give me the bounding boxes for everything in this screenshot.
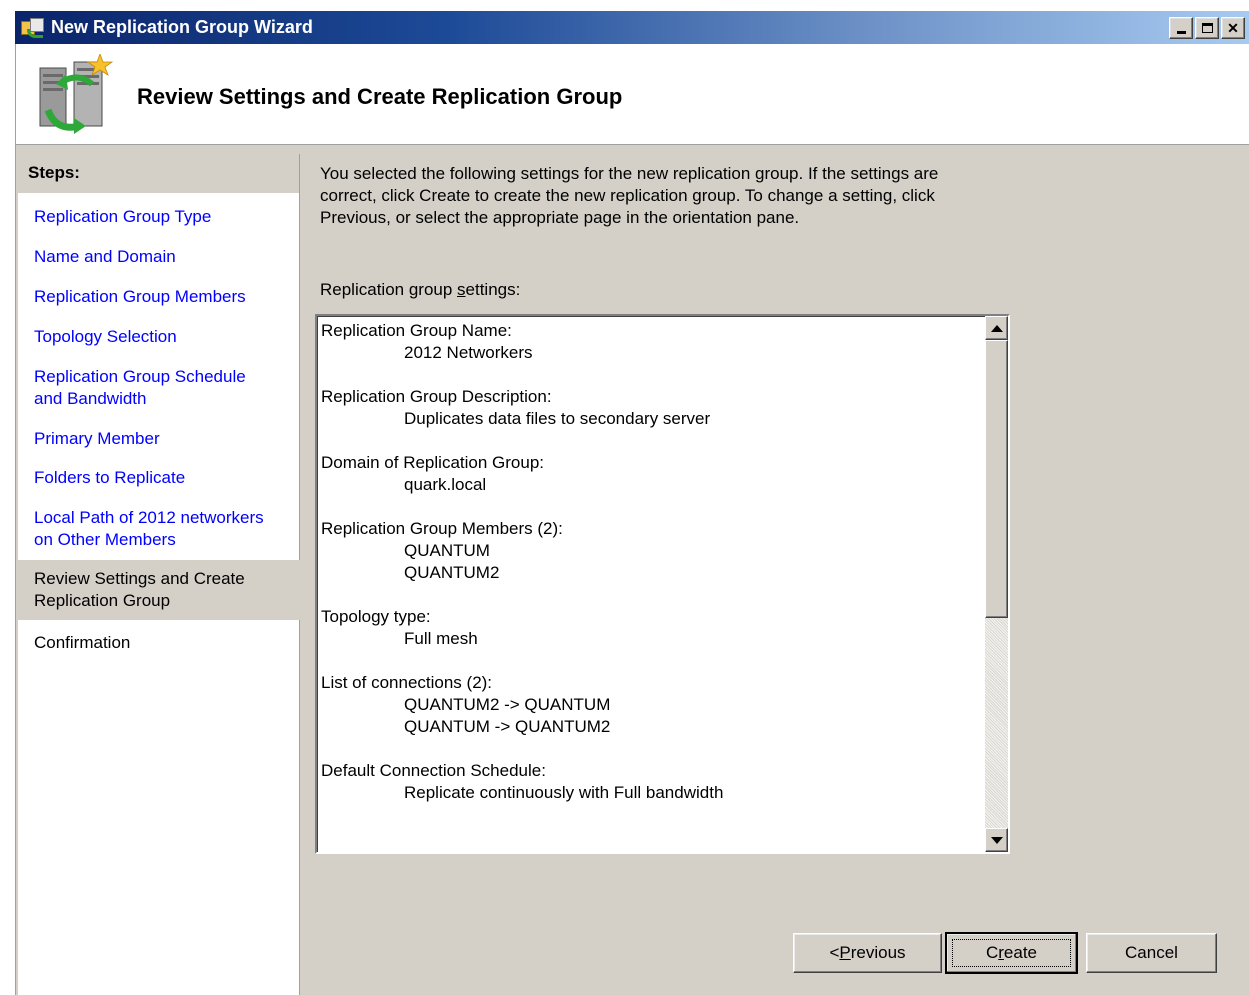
window-titlebar[interactable]: New Replication Group Wizard ✕ <box>15 11 1249 44</box>
scroll-up-button[interactable] <box>985 316 1008 340</box>
minimize-button[interactable] <box>1169 17 1193 39</box>
setting-group: Replication Group Members (2): QUANTUM QUA… <box>321 518 971 584</box>
close-icon: ✕ <box>1227 20 1239 36</box>
step-confirmation: Confirmation <box>34 633 131 652</box>
setting-heading: Topology type: <box>321 607 431 626</box>
setting-heading: Domain of Replication Group: <box>321 453 545 472</box>
step-folders-to-replicate[interactable]: Folders to Replicate <box>34 467 294 489</box>
setting-value: QUANTUM -> QUANTUM2 <box>404 717 611 736</box>
button-label-part: revious <box>850 943 906 962</box>
step-topology-selection[interactable]: Topology Selection <box>34 326 294 348</box>
setting-group: List of connections (2): QUANTUM2 -> QUAN… <box>321 672 971 738</box>
setting-value: QUANTUM2 <box>404 563 500 582</box>
setting-value: Replicate continuously with Full bandwid… <box>404 783 724 802</box>
create-button[interactable]: Cr eate <box>945 932 1078 974</box>
arrow-down-icon <box>990 836 1003 844</box>
step-review-settings-current: Review Settings and Create Replication G… <box>18 560 300 620</box>
setting-heading: Replication Group Name: <box>321 321 512 340</box>
step-label-line: Replication Group <box>34 591 171 610</box>
intro-line: correct, click Create to create the new … <box>320 186 935 205</box>
step-name-and-domain[interactable]: Name and Domain <box>34 246 294 268</box>
setting-value: QUANTUM <box>404 541 490 560</box>
close-button[interactable]: ✕ <box>1221 17 1245 39</box>
setting-value: Duplicates data files to secondary serve… <box>404 409 711 428</box>
wizard-header: Review Settings and Create Replication G… <box>15 44 1249 145</box>
setting-group: Default Connection Schedule: Replicate co… <box>321 760 971 804</box>
replication-app-icon <box>19 15 47 41</box>
step-label-line: and Bandwidth <box>34 389 147 408</box>
setting-group: Topology type: Full mesh <box>321 606 971 650</box>
setting-group: Domain of Replication Group: quark.local <box>321 452 971 496</box>
setting-heading: Default Connection Schedule: <box>321 761 546 780</box>
step-local-path-other-members[interactable]: Local Path of 2012 networkers on Other M… <box>34 507 294 551</box>
step-label-line: Review Settings and Create <box>34 569 245 588</box>
setting-group: Replication Group Description: Duplicates… <box>321 386 971 430</box>
settings-textbox[interactable]: Replication Group Name: 2012 Networkers Re… <box>315 314 1010 854</box>
settings-label-part: Replication group <box>320 280 458 299</box>
step-label-line: Replication Group Schedule <box>34 367 246 386</box>
setting-group: Replication Group Name: 2012 Networkers <box>321 320 971 364</box>
cancel-button[interactable]: Cancel <box>1086 933 1217 973</box>
step-primary-member[interactable]: Primary Member <box>34 428 294 450</box>
settings-label-accel: s <box>457 280 466 299</box>
setting-heading: List of connections (2): <box>321 673 493 692</box>
step-replication-group-type[interactable]: Replication Group Type <box>34 206 294 228</box>
button-label-accel: P <box>839 943 851 962</box>
step-label-line: on Other Members <box>34 530 176 549</box>
page-title: Review Settings and Create Replication G… <box>137 84 623 109</box>
intro-text: You selected the following settings for … <box>320 163 1010 229</box>
intro-line: You selected the following settings for … <box>320 164 939 183</box>
button-label: Cancel <box>1125 943 1178 962</box>
setting-value: QUANTUM2 -> QUANTUM <box>404 695 611 714</box>
scroll-thumb[interactable] <box>985 340 1008 618</box>
window-title: New Replication Group Wizard <box>51 17 313 37</box>
maximize-button[interactable] <box>1195 17 1219 39</box>
settings-content: Replication Group Name: 2012 Networkers Re… <box>321 320 971 826</box>
scroll-down-button[interactable] <box>985 828 1008 852</box>
step-replication-group-members[interactable]: Replication Group Members <box>34 286 294 308</box>
steps-heading: Steps: <box>18 154 299 193</box>
vertical-scrollbar[interactable] <box>985 316 1008 852</box>
intro-line: Previous, or select the appropriate page… <box>320 208 800 227</box>
steps-pane: Steps: Replication Group Type Name and D… <box>18 154 300 995</box>
settings-label-part: ettings: <box>465 280 521 299</box>
focus-rect <box>952 939 1071 967</box>
step-schedule-and-bandwidth[interactable]: Replication Group Schedule and Bandwidth <box>34 366 294 410</box>
maximize-icon <box>1201 23 1213 33</box>
setting-heading: Replication Group Members (2): <box>321 519 563 538</box>
setting-heading: Replication Group Description: <box>321 387 552 406</box>
setting-value: 2012 Networkers <box>404 343 533 362</box>
setting-value: Full mesh <box>404 629 478 648</box>
minimize-icon <box>1176 31 1186 34</box>
previous-button[interactable]: < Previous <box>793 933 942 973</box>
arrow-up-icon <box>990 324 1003 332</box>
button-label-part: < <box>829 943 840 962</box>
setting-value: quark.local <box>404 475 487 494</box>
replication-servers-icon <box>39 54 114 134</box>
settings-label: Replication group settings: <box>320 280 520 300</box>
step-label-line: Local Path of 2012 networkers <box>34 508 264 527</box>
